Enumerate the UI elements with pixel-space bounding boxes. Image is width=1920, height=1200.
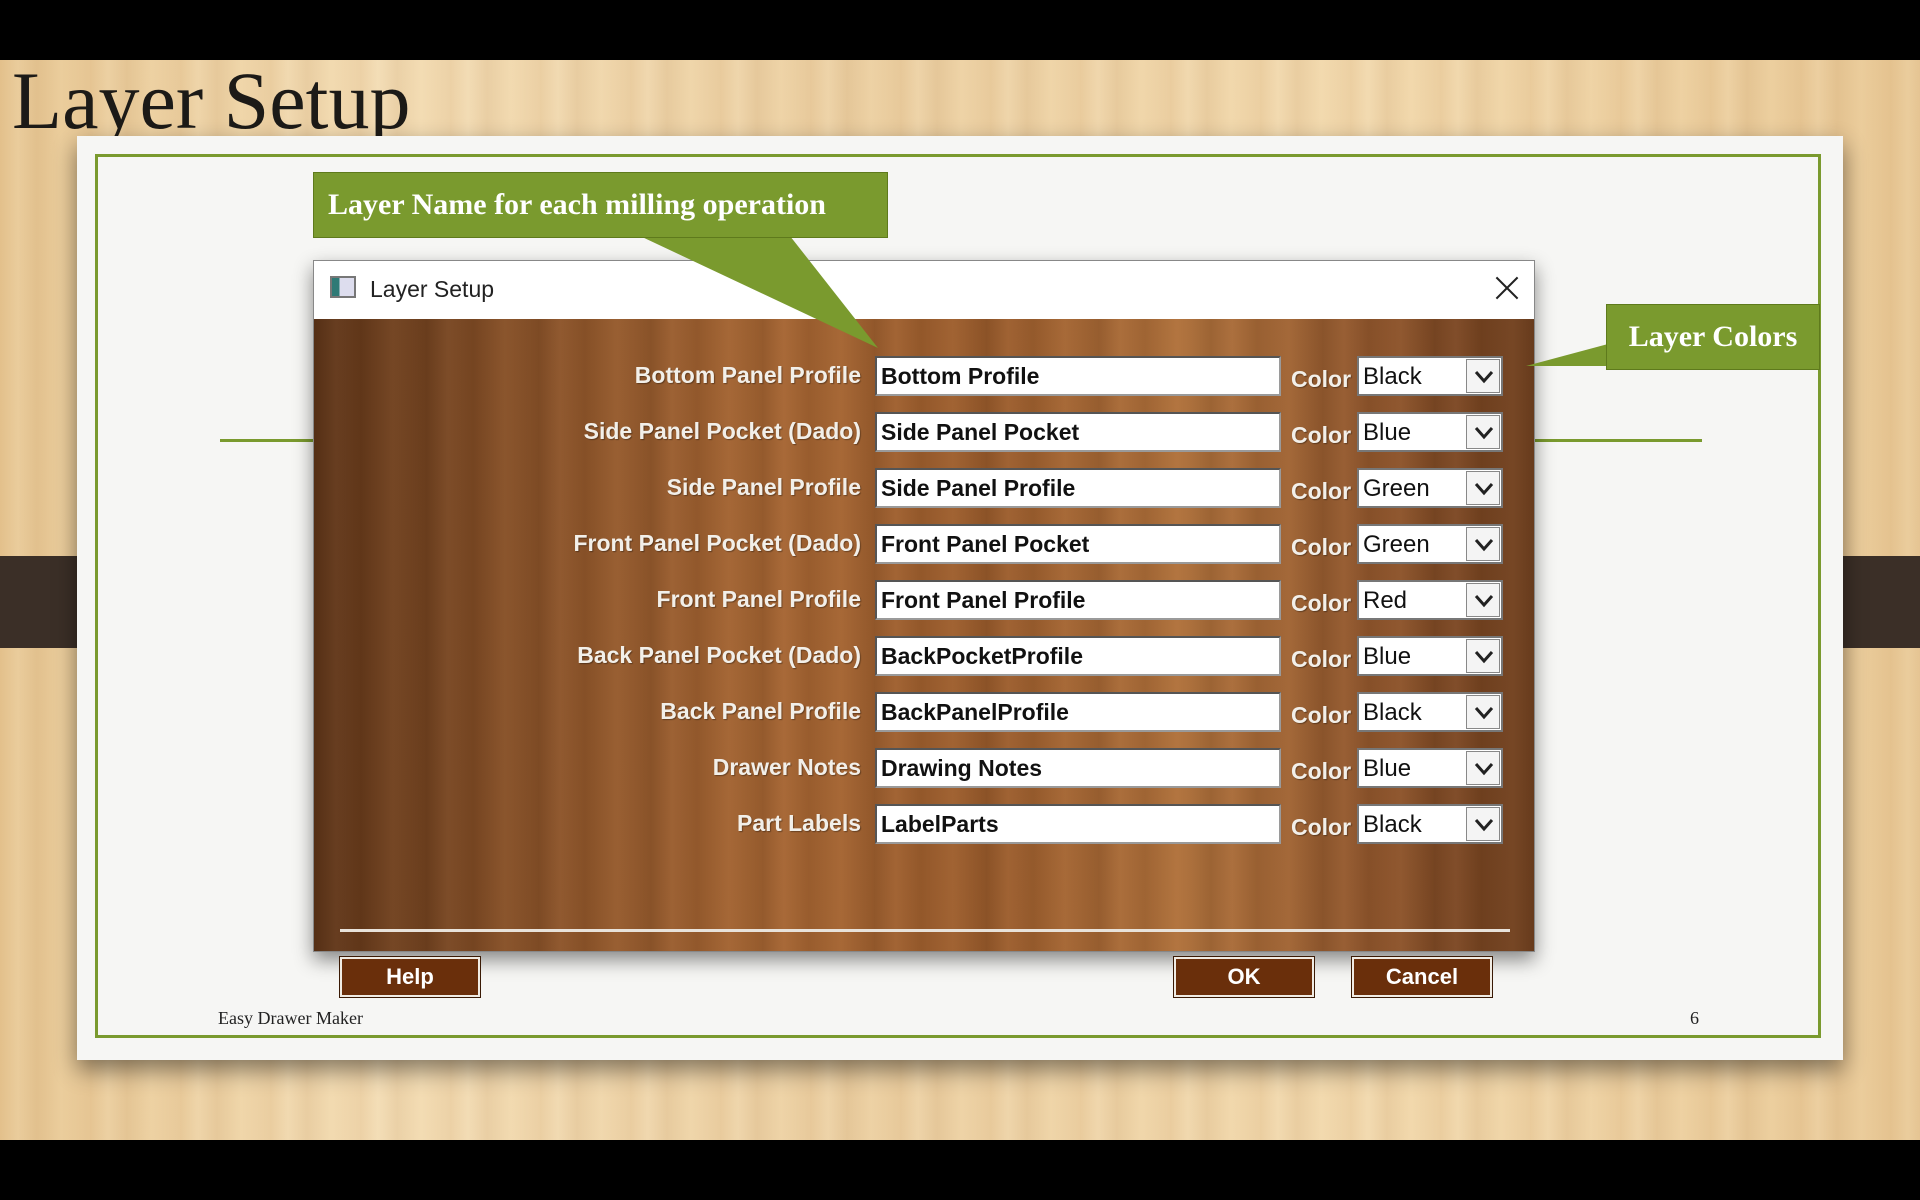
color-label: Color (1291, 366, 1352, 392)
window-app-icon (330, 276, 356, 298)
color-select[interactable]: Green (1357, 524, 1503, 564)
chevron-down-icon[interactable] (1466, 583, 1500, 617)
chevron-down-icon[interactable] (1466, 807, 1500, 841)
color-select-value: Blue (1363, 419, 1412, 446)
layer-row: Side Panel Pocket (Dado) Color Blue (314, 412, 1534, 458)
chevron-down-icon[interactable] (1466, 751, 1500, 785)
color-label: Color (1291, 534, 1352, 560)
layer-row-label: Back Panel Profile (660, 698, 861, 724)
layer-row-label: Front Panel Pocket (Dado) (573, 530, 861, 556)
color-select[interactable]: Red (1357, 580, 1503, 620)
layer-name-input[interactable] (875, 804, 1281, 844)
layer-name-input[interactable] (875, 636, 1281, 676)
dialog-body: Bottom Panel Profile Color Black Side Panel… (314, 319, 1534, 998)
close-icon[interactable] (1490, 271, 1524, 305)
chevron-down-icon[interactable] (1466, 527, 1500, 561)
layer-row: Bottom Panel Profile Color Black (314, 356, 1534, 402)
layer-name-input[interactable] (875, 356, 1281, 396)
layer-row: Side Panel Profile Color Green (314, 468, 1534, 514)
layer-colors-callout: Layer Colors (1606, 304, 1820, 370)
dialog-title: Layer Setup (370, 276, 495, 302)
layer-name-input[interactable] (875, 412, 1281, 452)
layer-row-label: Side Panel Profile (666, 474, 861, 500)
color-label: Color (1291, 590, 1352, 616)
color-label: Color (1291, 646, 1352, 672)
divider-left (220, 439, 315, 442)
color-select-value: Green (1363, 475, 1430, 502)
color-select[interactable]: Black (1357, 692, 1503, 732)
layer-row-label: Front Panel Profile (656, 586, 861, 612)
layer-name-input[interactable] (875, 692, 1281, 732)
slide-title: Layer Setup (12, 60, 411, 146)
layer-row-label: Part Labels (737, 810, 861, 836)
color-select[interactable]: Black (1357, 804, 1503, 844)
color-select-value: Blue (1363, 755, 1412, 782)
layer-row-label: Back Panel Pocket (Dado) (577, 642, 861, 668)
color-select[interactable]: Green (1357, 468, 1503, 508)
color-label: Color (1291, 422, 1352, 448)
layer-row: Back Panel Pocket (Dado) Color Blue (314, 636, 1534, 682)
ok-button[interactable]: OK (1173, 956, 1315, 998)
footer-text: Easy Drawer Maker (218, 1008, 363, 1028)
layer-row-label: Drawer Notes (712, 754, 861, 780)
color-select[interactable]: Blue (1357, 748, 1503, 788)
color-select-value: Black (1363, 811, 1422, 838)
dialog-titlebar[interactable]: Layer Setup (314, 261, 1534, 319)
layer-name-input[interactable] (875, 748, 1281, 788)
color-select[interactable]: Black (1357, 356, 1503, 396)
slide: Layer Setup Easy Drawer Maker 6 Layer Se… (0, 60, 1920, 1140)
divider-right (1534, 439, 1702, 442)
layer-row: Part Labels Color Black (314, 804, 1534, 850)
color-label: Color (1291, 478, 1352, 504)
layer-row-label: Side Panel Pocket (Dado) (583, 418, 861, 444)
layer-name-input[interactable] (875, 524, 1281, 564)
layer-row-label: Bottom Panel Profile (634, 362, 861, 388)
color-select-value: Red (1363, 587, 1408, 614)
layer-setup-dialog: Layer Setup Bottom Panel Profile Color Bla… (313, 260, 1535, 998)
layer-row: Back Panel Profile Color Black (314, 692, 1534, 738)
letterbox-bottom (0, 1140, 1920, 1200)
color-select[interactable]: Blue (1357, 412, 1503, 452)
color-select-value: Blue (1363, 643, 1412, 670)
layer-name-input[interactable] (875, 580, 1281, 620)
chevron-down-icon[interactable] (1466, 639, 1500, 673)
color-select-value: Black (1363, 363, 1422, 390)
chevron-down-icon[interactable] (1466, 471, 1500, 505)
color-select-value: Green (1363, 531, 1430, 558)
layer-name-callout: Layer Name for each milling operation (313, 172, 888, 238)
layer-row: Front Panel Pocket (Dado) Color Green (314, 524, 1534, 570)
color-select[interactable]: Blue (1357, 636, 1503, 676)
separator (340, 929, 1510, 932)
color-select-value: Black (1363, 699, 1422, 726)
page-number: 6 (1690, 1008, 1699, 1028)
color-label: Color (1291, 758, 1352, 784)
layer-row: Drawer Notes Color Blue (314, 748, 1534, 794)
letterbox-top (0, 0, 1920, 60)
chevron-down-icon[interactable] (1466, 359, 1500, 393)
layer-name-input[interactable] (875, 468, 1281, 508)
cancel-button[interactable]: Cancel (1351, 956, 1493, 998)
help-button[interactable]: Help (339, 956, 481, 998)
color-label: Color (1291, 702, 1352, 728)
layer-row: Front Panel Profile Color Red (314, 580, 1534, 626)
chevron-down-icon[interactable] (1466, 695, 1500, 729)
color-label: Color (1291, 814, 1352, 840)
chevron-down-icon[interactable] (1466, 415, 1500, 449)
